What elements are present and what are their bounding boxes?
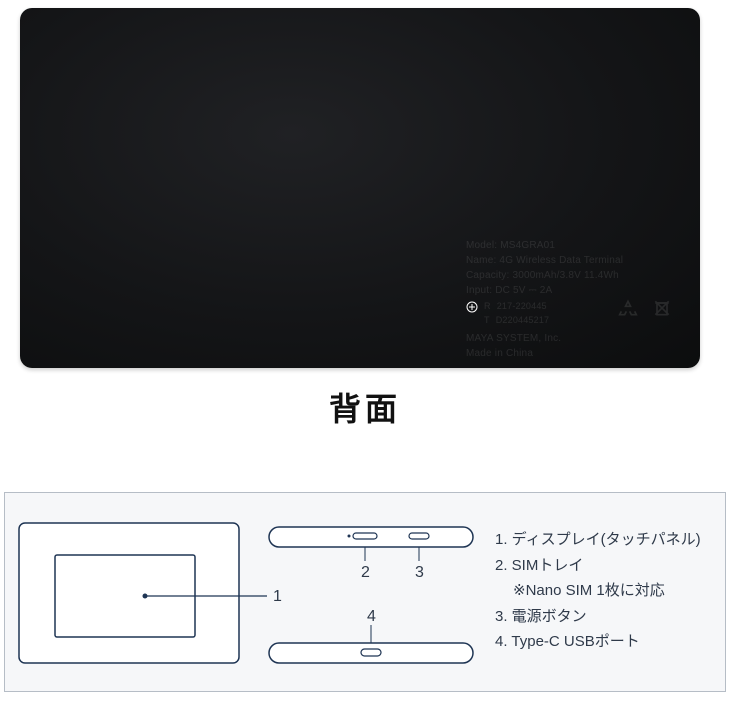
spec-cert-b: D220445217 [496,314,550,328]
diagram-marker-2: 2 [361,564,370,581]
spec-cert-a: 217-220445 [497,300,547,314]
telec-mark-icon [466,301,478,313]
legend-item-2-note: ※Nano SIM 1枚に対応 [495,578,720,604]
parts-diagram: 1 2 3 4 [5,493,485,691]
spec-input: Input: DC 5V ⎓ 2A [466,283,676,298]
spec-cert-r: R [484,300,491,314]
spec-madein: Made in China [466,346,676,361]
device-back-image: Model: MS4GRA01 Name: 4G Wireless Data T… [20,8,700,368]
recycle-icon [618,298,638,318]
back-caption: 背面 [0,384,730,430]
diagram-front-face [19,523,267,663]
spec-model: Model: MS4GRA01 [466,238,676,253]
diagram-marker-1: 1 [273,588,282,605]
parts-legend: 1. ディスプレイ(タッチパネル) 2. SIMトレイ ※Nano SIM 1枚… [495,527,720,655]
spec-name: Name: 4G Wireless Data Terminal [466,253,676,268]
weee-bin-icon [652,298,672,318]
spec-cert-t: T [484,314,490,328]
diagram-top-edge [269,527,473,561]
legend-item-1: 1. ディスプレイ(タッチパネル) [495,527,720,553]
legend-item-4: 4. Type-C USBポート [495,629,720,655]
legend-item-2: 2. SIMトレイ [495,553,720,579]
spec-company: MAYA SYSTEM, Inc. [466,331,676,346]
parts-diagram-box: 1 2 3 4 1. ディ [4,492,726,692]
diagram-bottom-edge [269,625,473,663]
spec-capacity: Capacity: 3000mAh/3.8V 11.4Wh [466,268,676,283]
diagram-marker-3: 3 [415,564,424,581]
diagram-marker-4: 4 [367,608,376,625]
compliance-icons [618,298,672,318]
legend-item-3: 3. 電源ボタン [495,604,720,630]
